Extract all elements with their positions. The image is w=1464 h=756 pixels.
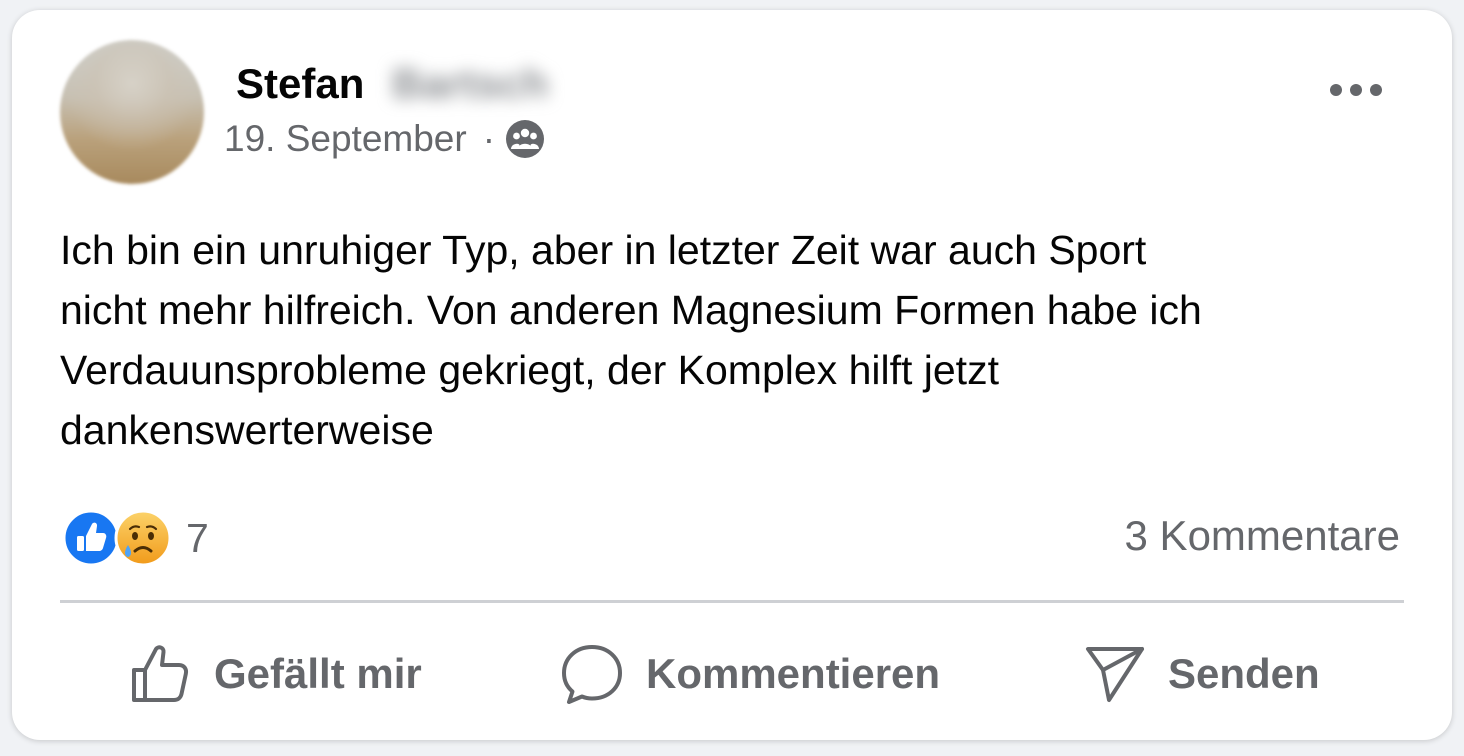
author-name[interactable]: Stefan [236,60,364,108]
author-surname-blurred: Bartsch [392,60,549,107]
group-icon [506,120,545,158]
reaction-count: 7 [186,514,209,561]
thumbs-up-icon [132,645,189,702]
reactions-summary[interactable]: 7 [62,508,209,568]
like-reaction-icon [62,509,120,567]
comment-bubble-icon [562,645,622,704]
more-dots-icon [1330,84,1382,96]
avatar[interactable] [60,40,204,184]
comment-count-link[interactable]: 3 Kommentare [1125,512,1400,560]
post-meta: 19. September · [224,118,545,160]
meta-separator: · [482,118,496,159]
post-body-text: Ich bin ein unruhiger Typ, aber in letzt… [60,227,1202,453]
send-icon [1086,647,1144,702]
comment-label: Kommentieren [646,650,941,697]
send-button[interactable]: Senden [1084,636,1320,712]
divider [60,600,1404,603]
sad-reaction-icon [114,509,172,567]
like-button[interactable]: Gefällt mir [130,636,422,712]
send-label: Senden [1168,650,1320,697]
post-card: Stefan Bartsch 19. September · Ich bin e… [12,10,1452,740]
more-options-button[interactable] [1322,70,1390,110]
post-date[interactable]: 19. September [224,118,467,160]
comment-button[interactable]: Kommentieren [560,636,940,712]
like-label: Gefällt mir [214,650,422,697]
